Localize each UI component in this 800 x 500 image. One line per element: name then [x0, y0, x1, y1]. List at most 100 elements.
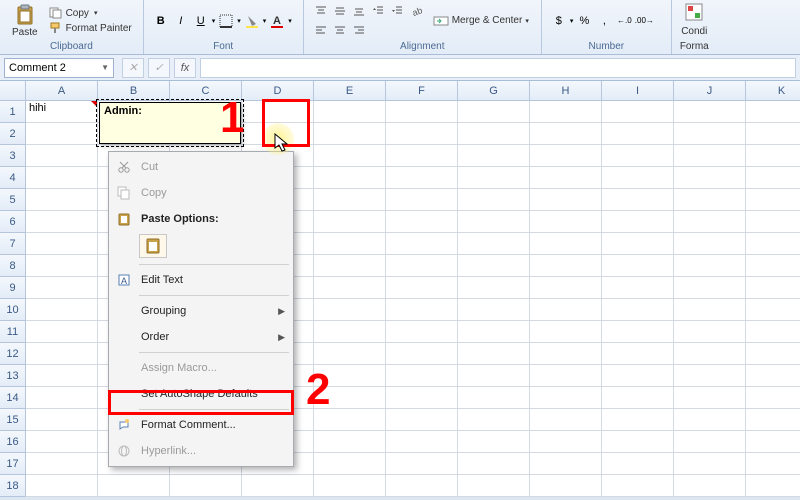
- cell[interactable]: [746, 101, 800, 123]
- cell[interactable]: [674, 453, 746, 475]
- cell[interactable]: [746, 233, 800, 255]
- cell[interactable]: [530, 123, 602, 145]
- cell[interactable]: [674, 365, 746, 387]
- row-header[interactable]: 13: [0, 365, 26, 387]
- cell[interactable]: [746, 211, 800, 233]
- cell[interactable]: [602, 475, 674, 497]
- cell[interactable]: [26, 299, 98, 321]
- cell[interactable]: [674, 409, 746, 431]
- cell[interactable]: [458, 475, 530, 497]
- cell[interactable]: [674, 475, 746, 497]
- cell[interactable]: [386, 343, 458, 365]
- align-left-button[interactable]: [312, 21, 330, 39]
- cell[interactable]: [386, 233, 458, 255]
- align-right-button[interactable]: [350, 21, 368, 39]
- merge-center-button[interactable]: Merge & Center ▾: [429, 12, 533, 30]
- align-middle-button[interactable]: [331, 2, 349, 20]
- cancel-formula-button[interactable]: ✕: [122, 58, 144, 78]
- cell[interactable]: [26, 343, 98, 365]
- cell[interactable]: [746, 277, 800, 299]
- fx-button[interactable]: fx: [174, 58, 196, 78]
- menu-format-comment[interactable]: Format Comment...: [111, 412, 291, 438]
- cell[interactable]: [314, 409, 386, 431]
- paste-option-button[interactable]: [139, 234, 167, 258]
- cell[interactable]: [458, 321, 530, 343]
- row-header[interactable]: 5: [0, 189, 26, 211]
- cell[interactable]: [314, 299, 386, 321]
- cell[interactable]: [674, 233, 746, 255]
- cell[interactable]: [674, 321, 746, 343]
- cell[interactable]: [314, 431, 386, 453]
- cell[interactable]: [602, 409, 674, 431]
- row-header[interactable]: 15: [0, 409, 26, 431]
- cell[interactable]: [602, 431, 674, 453]
- cell[interactable]: [746, 299, 800, 321]
- comment-box[interactable]: Admin:: [99, 102, 241, 144]
- menu-edit-text[interactable]: A Edit Text: [111, 267, 291, 293]
- menu-grouping[interactable]: Grouping ▶: [111, 298, 291, 324]
- cell[interactable]: [602, 211, 674, 233]
- cell[interactable]: [386, 453, 458, 475]
- menu-copy[interactable]: Copy: [111, 180, 291, 206]
- cell[interactable]: [530, 431, 602, 453]
- cell[interactable]: [26, 255, 98, 277]
- cell[interactable]: [602, 365, 674, 387]
- cell[interactable]: [746, 409, 800, 431]
- cell[interactable]: [314, 365, 386, 387]
- row-header[interactable]: 4: [0, 167, 26, 189]
- cell[interactable]: [674, 211, 746, 233]
- cell[interactable]: [602, 101, 674, 123]
- cell[interactable]: [602, 453, 674, 475]
- cell[interactable]: [530, 255, 602, 277]
- cell[interactable]: hihi: [26, 101, 98, 123]
- cell[interactable]: [314, 189, 386, 211]
- cell[interactable]: [314, 255, 386, 277]
- align-top-button[interactable]: [312, 2, 330, 20]
- cell[interactable]: [746, 365, 800, 387]
- cell[interactable]: [242, 123, 314, 145]
- cell[interactable]: [602, 299, 674, 321]
- cell[interactable]: [746, 167, 800, 189]
- name-box[interactable]: Comment 2 ▼: [4, 58, 114, 78]
- cell[interactable]: [746, 475, 800, 497]
- cell[interactable]: [314, 453, 386, 475]
- cell[interactable]: [314, 145, 386, 167]
- cell[interactable]: [386, 387, 458, 409]
- cell[interactable]: [674, 167, 746, 189]
- cell[interactable]: [602, 321, 674, 343]
- cell[interactable]: [746, 321, 800, 343]
- cell[interactable]: [746, 387, 800, 409]
- cell[interactable]: [26, 189, 98, 211]
- column-header[interactable]: B: [98, 81, 170, 101]
- cell[interactable]: [314, 123, 386, 145]
- cell[interactable]: [674, 343, 746, 365]
- cell[interactable]: [530, 145, 602, 167]
- enter-formula-button[interactable]: ✓: [148, 58, 170, 78]
- cell[interactable]: [530, 409, 602, 431]
- cell[interactable]: [170, 475, 242, 497]
- cell[interactable]: [26, 145, 98, 167]
- cell[interactable]: [530, 189, 602, 211]
- cell[interactable]: [458, 211, 530, 233]
- italic-button[interactable]: I: [172, 12, 190, 30]
- cell[interactable]: [458, 167, 530, 189]
- cell[interactable]: [314, 167, 386, 189]
- currency-button[interactable]: $: [550, 12, 568, 30]
- cell[interactable]: [746, 255, 800, 277]
- column-header[interactable]: D: [242, 81, 314, 101]
- cell[interactable]: [674, 299, 746, 321]
- cell[interactable]: [386, 409, 458, 431]
- cell[interactable]: [314, 321, 386, 343]
- cell[interactable]: [674, 189, 746, 211]
- percent-button[interactable]: %: [575, 12, 593, 30]
- cell[interactable]: [242, 475, 314, 497]
- cell[interactable]: [458, 387, 530, 409]
- cell[interactable]: [26, 453, 98, 475]
- column-header[interactable]: I: [602, 81, 674, 101]
- copy-button[interactable]: Copy ▾: [46, 6, 135, 20]
- column-header[interactable]: A: [26, 81, 98, 101]
- column-header[interactable]: E: [314, 81, 386, 101]
- cell[interactable]: [314, 233, 386, 255]
- cell[interactable]: [602, 343, 674, 365]
- cell[interactable]: [602, 167, 674, 189]
